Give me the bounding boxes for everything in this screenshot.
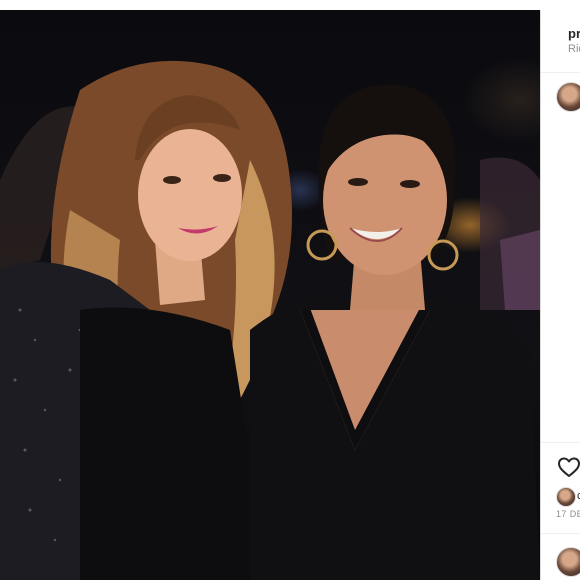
post-date[interactable]: 17 DE — [556, 509, 580, 519]
liker-avatar[interactable] — [556, 487, 576, 507]
post-side-panel: pr Rio c 17 DE — [540, 10, 580, 580]
heart-outline-icon — [558, 457, 580, 477]
like-button[interactable] — [556, 454, 580, 480]
photo-illustration — [0, 60, 540, 580]
comment-divider — [541, 533, 580, 534]
caption-avatar[interactable] — [556, 82, 580, 112]
post-location[interactable]: Rio — [568, 43, 580, 55]
top-strip — [0, 0, 580, 10]
post-header: pr Rio — [541, 10, 580, 73]
actions-divider — [541, 442, 580, 443]
post-username[interactable]: pr — [568, 26, 580, 41]
post-photo[interactable] — [0, 10, 540, 580]
comment-input-avatar — [556, 547, 580, 577]
